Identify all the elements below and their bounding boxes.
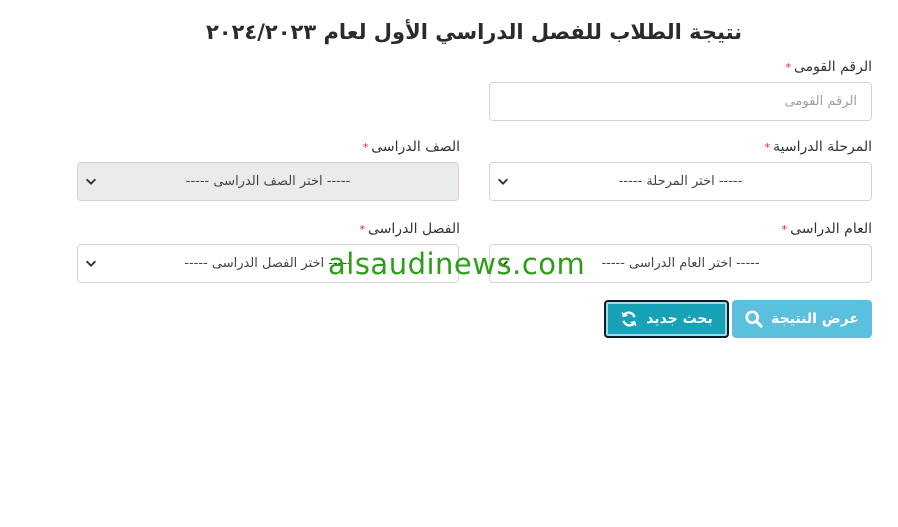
grade-select[interactable]: ----- اختر الصف الدراسى ----- (77, 162, 459, 201)
term-select-value: ----- اختر الفصل الدراسى ----- (184, 256, 352, 271)
required-mark: * (359, 223, 366, 236)
required-mark: * (764, 141, 771, 154)
national-id-input[interactable] (490, 83, 871, 120)
term-label: الفصل الدراسى* (359, 221, 460, 237)
new-search-button[interactable]: بحث جديد (604, 300, 729, 338)
show-result-button[interactable]: عرض النتيجة (732, 300, 872, 338)
required-mark: * (785, 61, 792, 74)
year-select-value: ----- اختر العام الدراسى ----- (601, 256, 760, 271)
page-title: نتيجة الطلاب للفصل الدراسي الأول لعام ٢٠… (205, 20, 743, 44)
grade-select-value: ----- اختر الصف الدراسى ----- (185, 174, 351, 189)
grade-label: الصف الدراسى* (362, 139, 460, 155)
stage-select[interactable]: ----- اختر المرحلة ----- (489, 162, 872, 201)
watermark: alsaudinews.com (328, 247, 586, 281)
refresh-icon (621, 311, 637, 327)
chevron-down-icon (497, 178, 509, 185)
stage-select-value: ----- اختر المرحلة ----- (618, 174, 743, 189)
search-icon (745, 310, 763, 328)
chevron-down-icon (85, 178, 97, 185)
national-id-field[interactable] (489, 82, 872, 121)
required-mark: * (781, 223, 788, 236)
stage-label: المرحلة الدراسية* (764, 139, 872, 155)
year-label: العام الدراسى* (781, 221, 872, 237)
new-search-label: بحث جديد (646, 311, 713, 327)
chevron-down-icon (85, 260, 97, 267)
required-mark: * (362, 141, 369, 154)
show-result-label: عرض النتيجة (771, 311, 859, 327)
national-id-label: الرقم القومى* (785, 59, 872, 75)
